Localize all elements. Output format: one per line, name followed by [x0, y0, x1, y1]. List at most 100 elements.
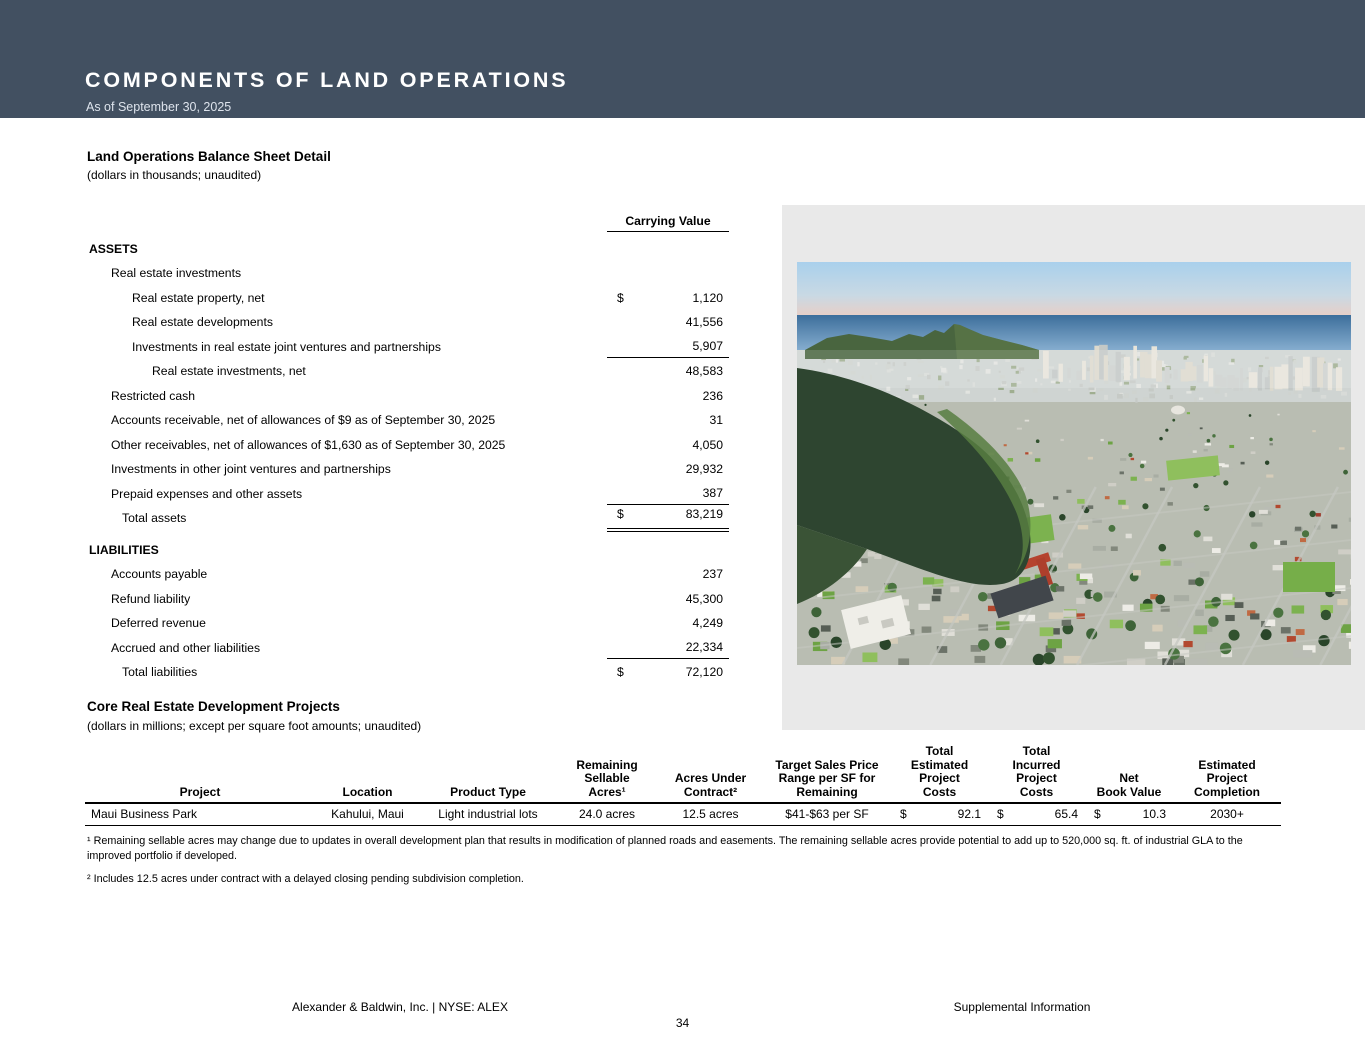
tree [978, 639, 989, 650]
balance-row: Investments in other joint ventures and … [87, 457, 732, 482]
dark-roof [1270, 443, 1273, 445]
house-roof [1228, 469, 1232, 472]
column-header: Estimated Project Completion [1173, 759, 1281, 803]
distant-building [1199, 398, 1203, 400]
projects-title: Core Real Estate Development Projects [87, 699, 340, 714]
tree [1195, 577, 1204, 586]
lawn [1048, 639, 1062, 648]
tree [1273, 608, 1283, 618]
red-roof [1316, 513, 1321, 516]
house-roof [1025, 420, 1029, 422]
tree [1108, 525, 1115, 532]
house-roof [1174, 561, 1182, 566]
distant-building [1033, 388, 1038, 393]
dark-roof [1235, 602, 1244, 608]
row-value: 4,249 [607, 611, 729, 635]
dark-roof [1062, 620, 1072, 626]
house-roof [1049, 612, 1063, 618]
dark-roof [1056, 586, 1064, 591]
dark-roof [1200, 427, 1203, 429]
row-amount: 45,300 [686, 592, 723, 606]
carrying-value-header-row: Carrying Value [87, 205, 732, 236]
row-label: Investments in other joint ventures and … [87, 462, 391, 476]
distant-building [1099, 388, 1103, 390]
table-row: Maui Business ParkKahului, MauiLight ind… [85, 804, 1281, 826]
cell-amount: 92.1 [958, 804, 981, 824]
house-roof [1312, 430, 1316, 432]
distant-building [1068, 389, 1071, 391]
distant-building [1132, 390, 1137, 394]
row-label: Real estate developments [87, 315, 273, 329]
column-header: Project [85, 786, 315, 803]
row-amount: 83,219 [686, 507, 723, 521]
lawn [1077, 499, 1084, 504]
tree [1125, 620, 1136, 631]
tree [1318, 635, 1329, 646]
row-amount: 1,120 [693, 291, 724, 305]
distant-building [966, 391, 970, 394]
distant-building [1225, 393, 1227, 397]
dark-roof [1280, 541, 1287, 545]
row-amount: 236 [703, 389, 723, 403]
distant-building [1170, 395, 1173, 399]
row-label: Accounts payable [87, 567, 207, 581]
balance-row: Real estate property, net$1,120 [87, 285, 732, 310]
column-header: Net Book Value [1085, 772, 1173, 802]
table-cell: $10.3 [1085, 804, 1173, 825]
tree [1208, 616, 1219, 627]
photo-panel [782, 205, 1365, 730]
house-roof [1152, 625, 1162, 632]
distant-building [1341, 392, 1347, 396]
tree [1343, 470, 1348, 475]
dark-roof [821, 625, 831, 631]
tree [995, 637, 1006, 648]
row-amount: 31 [709, 413, 723, 427]
house-roof [1339, 447, 1345, 449]
house-roof [1259, 510, 1268, 514]
red-roof [1296, 629, 1305, 635]
dark-roof [933, 589, 941, 594]
arena-dome [1171, 406, 1185, 415]
balance-row: Prepaid expenses and other assets387 [87, 481, 732, 506]
house-roof [1189, 659, 1208, 665]
dollar-sign: $ [617, 507, 624, 521]
distant-building [1135, 398, 1137, 403]
footer-doc-type: Supplemental Information [872, 1000, 1172, 1014]
row-label: Prepaid expenses and other assets [87, 487, 302, 501]
tree [1036, 439, 1040, 443]
row-value: 29,932 [607, 457, 729, 481]
projects-table: ProjectLocationProduct TypeRemaining Sel… [85, 744, 1281, 826]
house-roof [1028, 452, 1032, 455]
tree [1309, 511, 1315, 517]
tree [1193, 483, 1198, 488]
table-cell: Maui Business Park [85, 804, 315, 825]
row-amount: 72,120 [686, 665, 723, 679]
red-roof [1105, 496, 1110, 499]
tree [1321, 610, 1331, 620]
house-roof [1221, 594, 1232, 600]
carrying-value-header: Carrying Value [607, 214, 729, 232]
house-roof [1093, 546, 1106, 551]
house-roof [1349, 518, 1351, 522]
house-roof [1153, 474, 1158, 477]
row-label: Real estate investments, net [87, 364, 306, 378]
dollar-sign: $ [617, 665, 624, 679]
footnotes: ¹ Remaining sellable acres may change du… [87, 834, 1279, 896]
dollar-sign: $ [1094, 804, 1101, 824]
distant-building [1010, 390, 1015, 393]
house-roof [1212, 548, 1221, 553]
row-label: Restricted cash [87, 389, 195, 403]
column-header: Target Sales Price Range per SF for Rema… [763, 759, 891, 803]
title-bar: COMPONENTS OF LAND OPERATIONS As of Sept… [0, 0, 1365, 118]
haze [797, 350, 1351, 388]
row-label: Accounts receivable, net of allowances o… [87, 413, 495, 427]
tree [978, 592, 988, 602]
tree [1172, 419, 1175, 422]
row-amount: 5,907 [693, 339, 724, 353]
cell-amount: 65.4 [1055, 804, 1078, 824]
tree [1302, 530, 1309, 537]
balance-row: Real estate developments41,556 [87, 310, 732, 335]
tree [1249, 511, 1255, 517]
lawn [1008, 458, 1013, 461]
red-roof [1025, 452, 1028, 454]
